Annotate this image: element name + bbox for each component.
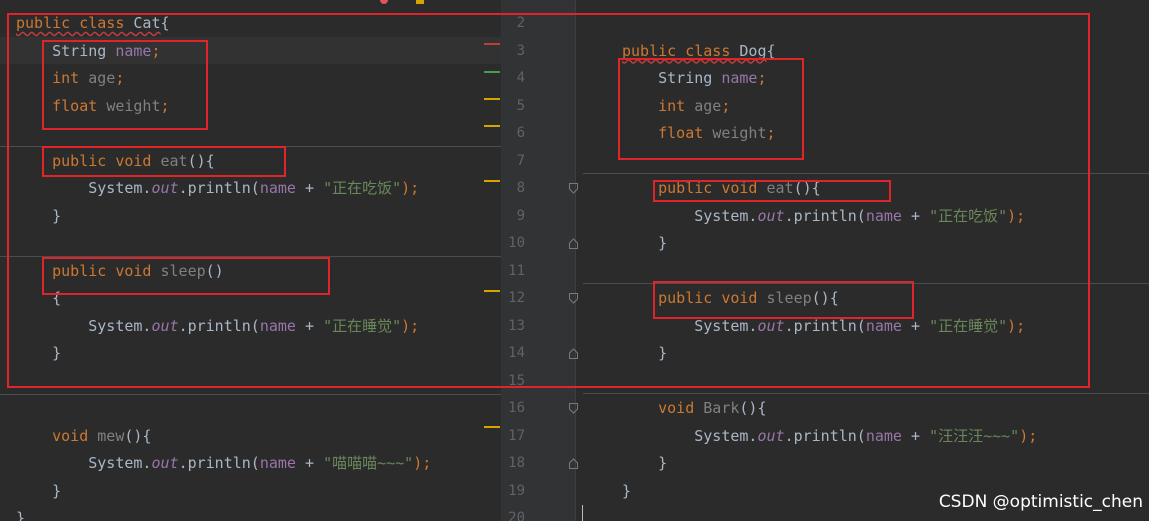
line-number: 16 xyxy=(508,400,525,416)
method-separator xyxy=(583,393,1149,394)
code-token: name xyxy=(865,426,902,445)
code-token: out xyxy=(757,426,785,445)
highlight-box-dog-sleep xyxy=(653,281,914,319)
watermark: CSDN @optimistic_chen xyxy=(938,492,1143,512)
line-number: 20 xyxy=(508,510,525,521)
code-token: ); xyxy=(413,454,432,472)
code-token: name xyxy=(259,454,296,472)
code-token: System. xyxy=(622,426,758,445)
code-token: System. xyxy=(16,454,152,472)
code-token: } xyxy=(622,481,632,500)
warning-stripe-mark[interactable] xyxy=(484,426,500,428)
highlight-box-cat-eat xyxy=(42,146,286,177)
code-token: mew xyxy=(97,426,125,445)
highlight-box-dog-fields xyxy=(618,58,804,160)
code-token: "喵喵喵~~~" xyxy=(323,454,414,472)
warning-indicator-icon[interactable] xyxy=(416,0,424,4)
right-code-line[interactable]: } xyxy=(622,478,631,505)
highlight-box-cat-sleep xyxy=(42,257,330,295)
code-token: } xyxy=(16,481,62,500)
line-number: 17 xyxy=(508,427,525,444)
code-token: void xyxy=(52,426,98,445)
code-token: + xyxy=(295,454,324,472)
fold-expand-icon[interactable] xyxy=(569,458,578,469)
right-code-line[interactable]: System.out.println(name + "汪汪汪~~~"); xyxy=(622,423,1037,450)
code-token: .println( xyxy=(784,426,866,445)
code-token: Bark xyxy=(703,399,740,417)
code-token: void xyxy=(658,399,704,417)
code-token: + xyxy=(901,426,930,445)
highlight-box-dog-eat xyxy=(653,180,891,202)
left-code-line[interactable]: } xyxy=(16,505,25,521)
fold-collapse-icon[interactable] xyxy=(569,403,578,414)
code-token: } xyxy=(16,509,26,521)
code-token: (){ xyxy=(124,426,152,445)
highlight-box-cat-fields xyxy=(42,40,208,130)
text-caret xyxy=(582,505,583,521)
left-code-line[interactable]: void mew(){ xyxy=(16,423,151,450)
line-number: 19 xyxy=(508,482,525,499)
code-token: out xyxy=(151,454,179,472)
left-code-line[interactable]: } xyxy=(16,478,61,505)
line-number: 18 xyxy=(508,455,525,471)
code-token: (){ xyxy=(739,399,767,417)
code-token: ); xyxy=(1019,426,1038,445)
left-code-line[interactable]: System.out.println(name + "喵喵喵~~~"); xyxy=(16,450,431,477)
code-token: } xyxy=(622,454,668,472)
code-token: .println( xyxy=(178,454,260,472)
right-code-line[interactable]: } xyxy=(622,450,667,477)
right-code-line[interactable]: void Bark(){ xyxy=(622,395,767,422)
method-separator xyxy=(0,394,501,395)
code-token: "汪汪汪~~~" xyxy=(929,426,1020,445)
